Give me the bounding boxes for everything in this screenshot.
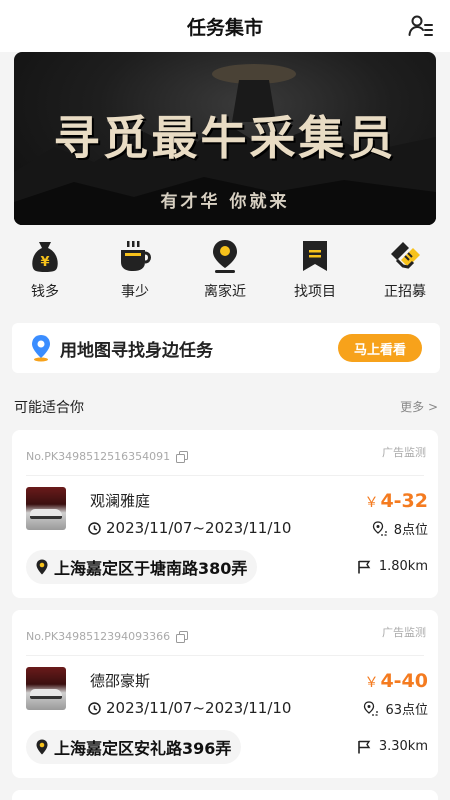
location-icon	[36, 739, 48, 755]
money-bag-icon: ¥	[32, 242, 58, 272]
task-price-value: 4-32	[380, 490, 428, 512]
handshake-icon	[391, 242, 420, 269]
car-image	[30, 509, 62, 519]
task-number-text: No.PK3498512516354091	[26, 450, 171, 463]
task-date-text: 2023/11/07~2023/11/10	[106, 519, 292, 537]
flag-icon	[358, 560, 371, 573]
currency-symbol: ￥	[364, 495, 379, 511]
task-address-text: 上海嘉定区于塘南路380弄	[54, 559, 248, 578]
task-spots-text: 63点位	[385, 703, 428, 718]
task-number: No.PK3498512394093366	[26, 630, 189, 643]
category-label: 离家近	[204, 284, 246, 300]
copy-icon[interactable]	[176, 630, 189, 643]
car-image	[30, 689, 62, 699]
coffee-cup-icon	[121, 241, 151, 271]
task-price-value: 4-40	[380, 670, 428, 692]
task-spots: 8点位	[372, 519, 428, 538]
task-price: ￥ 4-32	[364, 490, 428, 512]
category-label: 钱多	[31, 284, 59, 300]
view-now-button[interactable]: 马上看看	[338, 334, 422, 362]
map-pin-icon	[32, 335, 50, 362]
task-type: 广告监测	[382, 446, 426, 459]
task-number-text: No.PK3498512394093366	[26, 630, 171, 643]
task-card[interactable]: No.PK3498512516354091 广告监测 观澜雅庭 2023/11/…	[12, 430, 438, 598]
task-thumbnail	[26, 667, 66, 710]
task-price: ￥ 4-40	[364, 670, 428, 692]
task-card[interactable]: No.PK3498512394093366 广告监测 德邵豪斯 2023/11/…	[12, 610, 438, 778]
task-distance-text: 1.80km	[378, 559, 428, 574]
task-address: 上海嘉定区安礼路396弄	[26, 730, 242, 764]
banner-slogan: 寻觅最牛采集员	[53, 111, 397, 165]
recommend-section-header: 可能适合你 更多 >	[0, 392, 450, 420]
card-divider	[26, 655, 424, 656]
task-address-text: 上海嘉定区安礼路396弄	[54, 739, 232, 758]
currency-symbol: ￥	[364, 675, 379, 691]
card-divider	[26, 475, 424, 476]
task-distance: 3.30km	[357, 739, 428, 754]
task-address: 上海嘉定区于塘南路380弄	[26, 550, 258, 584]
copy-icon[interactable]	[176, 450, 189, 463]
location-icon	[36, 559, 48, 575]
more-link[interactable]: 更多 >	[400, 398, 438, 415]
task-card-partial[interactable]	[12, 790, 438, 800]
task-type: 广告监测	[382, 626, 426, 639]
task-thumbnail	[26, 487, 66, 530]
category-nearby[interactable]: 离家近	[185, 228, 265, 308]
category-recruiting[interactable]: 正招募	[365, 228, 445, 308]
user-list-icon[interactable]	[408, 14, 434, 38]
task-name: 德邵豪斯	[90, 672, 151, 690]
category-label: 正招募	[384, 284, 426, 300]
category-label: 事少	[121, 284, 149, 300]
banner-subtitle: 有才华 你就来	[160, 192, 290, 212]
task-distance: 1.80km	[357, 559, 428, 574]
top-header: 任务集市	[0, 0, 450, 52]
task-date: 2023/11/07~2023/11/10	[88, 519, 291, 537]
clock-icon	[88, 521, 101, 535]
task-number: No.PK3498512516354091	[26, 450, 189, 463]
category-money[interactable]: ¥ 钱多	[5, 228, 85, 308]
location-pin-icon	[213, 240, 237, 273]
promo-banner[interactable]: 寻觅最牛采集员 有才华 你就来	[14, 52, 436, 225]
category-label: 找项目	[294, 284, 336, 300]
task-spots-text: 8点位	[393, 523, 428, 538]
page-title: 任务集市	[186, 16, 263, 39]
clock-icon	[88, 701, 101, 715]
category-easy[interactable]: 事少	[95, 228, 175, 308]
task-spots: 63点位	[363, 699, 428, 718]
svg-text:¥: ¥	[40, 255, 49, 270]
task-distance-text: 3.30km	[378, 739, 428, 754]
route-icon	[372, 520, 387, 536]
flag-icon	[358, 740, 371, 753]
category-projects[interactable]: 找项目	[275, 228, 355, 308]
map-search-bar[interactable]: 用地图寻找身边任务 马上看看	[12, 323, 440, 373]
route-icon	[364, 700, 379, 716]
category-bar: ¥ 钱多 事少 离家近 找项目 正招募	[0, 228, 450, 308]
map-search-text: 用地图寻找身边任务	[60, 340, 213, 361]
task-date: 2023/11/07~2023/11/10	[88, 699, 291, 717]
bookmark-icon	[303, 241, 327, 271]
task-date-text: 2023/11/07~2023/11/10	[106, 699, 292, 717]
task-name: 观澜雅庭	[90, 492, 151, 510]
section-title: 可能适合你	[14, 400, 84, 416]
